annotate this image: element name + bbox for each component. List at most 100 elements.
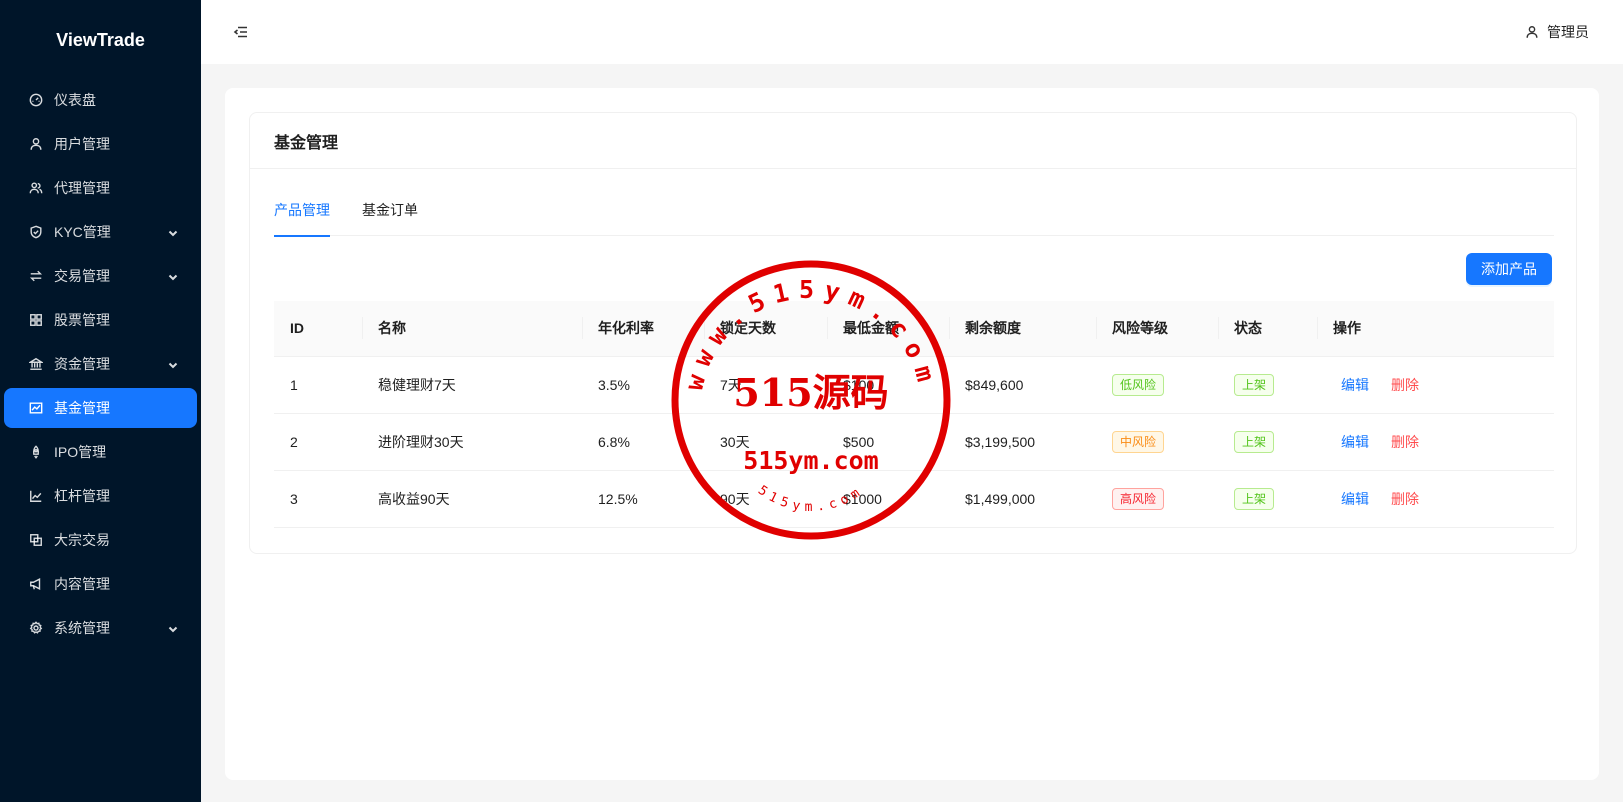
status-tag: 上架 bbox=[1234, 430, 1275, 453]
sidebar-item-stocks[interactable]: 股票管理 bbox=[4, 300, 197, 340]
cell-min: $100 bbox=[827, 356, 949, 414]
sidebar-item-label: 交易管理 bbox=[54, 268, 110, 284]
cell-rate: 3.5% bbox=[582, 356, 704, 414]
sidebar-item-agents[interactable]: 代理管理 bbox=[4, 168, 197, 208]
add-product-button[interactable]: 添加产品 bbox=[1466, 253, 1552, 285]
cell-remaining: $849,600 bbox=[949, 356, 1096, 414]
sidebar-item-label: KYC管理 bbox=[54, 224, 111, 240]
table-row: 3 高收益90天 12.5% 90天 $1000 $1,499,000 高风险 … bbox=[274, 470, 1554, 528]
cell-name: 进阶理财30天 bbox=[362, 413, 582, 471]
sidebar-item-label: 代理管理 bbox=[54, 180, 110, 196]
cell-rate: 12.5% bbox=[582, 470, 704, 528]
cell-days: 7天 bbox=[704, 356, 827, 414]
risk-tag: 低风险 bbox=[1112, 373, 1165, 396]
status-tag: 上架 bbox=[1234, 487, 1275, 510]
brand-logo: ViewTrade bbox=[56, 29, 145, 50]
sidebar-item-label: 用户管理 bbox=[54, 136, 110, 152]
menu-fold-icon[interactable] bbox=[233, 24, 249, 40]
sidebar-item-label: 资金管理 bbox=[54, 356, 110, 372]
chevron-down-icon bbox=[167, 226, 179, 238]
sidebar-item-label: 仪表盘 bbox=[54, 92, 96, 108]
column-header: 最低金额 bbox=[827, 301, 949, 357]
table-row: 2 进阶理财30天 6.8% 30天 $500 $3,199,500 中风险 上… bbox=[274, 413, 1554, 471]
block-icon bbox=[28, 532, 44, 548]
swap-icon bbox=[28, 268, 44, 284]
table-header-row: ID 名称 年化利率 锁定天数 最低金额 剩余额度 风险等级 状态 操作 bbox=[274, 301, 1554, 357]
user-name: 管理员 bbox=[1547, 24, 1589, 40]
fund-icon bbox=[28, 400, 44, 416]
column-header: 风险等级 bbox=[1096, 301, 1218, 357]
risk-tag: 高风险 bbox=[1112, 487, 1165, 510]
status-tag: 上架 bbox=[1234, 373, 1275, 396]
tab-bar: 产品管理 基金订单 bbox=[274, 195, 1554, 237]
cell-id: 2 bbox=[274, 413, 362, 471]
delete-link[interactable]: 删除 bbox=[1391, 434, 1419, 450]
notification-icon bbox=[28, 576, 44, 592]
main-content: 基金管理 产品管理 基金订单 添加产品 ID 名称 年化利率 锁定天数 最低金额… bbox=[225, 88, 1599, 780]
cell-name: 高收益90天 bbox=[362, 470, 582, 528]
sidebar-item-label: 系统管理 bbox=[54, 620, 110, 636]
page-title: 基金管理 bbox=[250, 113, 1576, 169]
dashboard-icon bbox=[28, 92, 44, 108]
sidebar-item-funds-capital[interactable]: 资金管理 bbox=[4, 344, 197, 384]
sidebar-item-dashboard[interactable]: 仪表盘 bbox=[4, 80, 197, 120]
rocket-icon bbox=[28, 444, 44, 460]
column-header: 剩余额度 bbox=[949, 301, 1096, 357]
sidebar-item-label: IPO管理 bbox=[54, 444, 107, 460]
tab-fund-orders[interactable]: 基金订单 bbox=[362, 195, 418, 236]
user-menu[interactable]: 管理员 bbox=[1525, 22, 1589, 42]
cell-days: 30天 bbox=[704, 413, 827, 471]
sidebar: ViewTrade 仪表盘 用户管理 代理管理 KYC管理 交易管理 股票管理 bbox=[0, 0, 201, 802]
tab-products[interactable]: 产品管理 bbox=[274, 195, 330, 237]
sidebar-item-system[interactable]: 系统管理 bbox=[4, 608, 197, 648]
cell-remaining: $1,499,000 bbox=[949, 470, 1096, 528]
column-header: 名称 bbox=[362, 301, 582, 357]
sidebar-item-label: 大宗交易 bbox=[54, 532, 110, 548]
cell-min: $500 bbox=[827, 413, 949, 471]
shield-icon bbox=[28, 224, 44, 240]
cell-rate: 6.8% bbox=[582, 413, 704, 471]
sidebar-item-trading[interactable]: 交易管理 bbox=[4, 256, 197, 296]
cell-name: 稳健理财7天 bbox=[362, 356, 582, 414]
sidebar-item-label: 基金管理 bbox=[54, 400, 110, 416]
sidebar-item-label: 内容管理 bbox=[54, 576, 110, 592]
sidebar-item-leverage[interactable]: 杠杆管理 bbox=[4, 476, 197, 516]
grid-icon bbox=[28, 312, 44, 328]
products-table: ID 名称 年化利率 锁定天数 最低金额 剩余额度 风险等级 状态 操作 1 稳… bbox=[274, 301, 1554, 528]
delete-link[interactable]: 删除 bbox=[1391, 491, 1419, 507]
risk-tag: 中风险 bbox=[1112, 430, 1165, 453]
line-chart-icon bbox=[28, 488, 44, 504]
chevron-down-icon bbox=[167, 270, 179, 282]
sidebar-item-content[interactable]: 内容管理 bbox=[4, 564, 197, 604]
fund-card: 基金管理 产品管理 基金订单 添加产品 ID 名称 年化利率 锁定天数 最低金额… bbox=[249, 112, 1577, 554]
sidebar-menu: 仪表盘 用户管理 代理管理 KYC管理 交易管理 股票管理 资金管理 基金管理 … bbox=[0, 80, 201, 648]
sidebar-item-label: 杠杆管理 bbox=[54, 488, 110, 504]
edit-link[interactable]: 编辑 bbox=[1341, 377, 1369, 393]
top-header: 管理员 bbox=[201, 0, 1623, 64]
cell-min: $1000 bbox=[827, 470, 949, 528]
setting-icon bbox=[28, 620, 44, 636]
chevron-down-icon bbox=[167, 358, 179, 370]
sidebar-item-ipo[interactable]: IPO管理 bbox=[4, 432, 197, 472]
chevron-down-icon bbox=[167, 622, 179, 634]
sidebar-item-block-trade[interactable]: 大宗交易 bbox=[4, 520, 197, 560]
edit-link[interactable]: 编辑 bbox=[1341, 434, 1369, 450]
cell-id: 1 bbox=[274, 356, 362, 414]
sidebar-item-kyc[interactable]: KYC管理 bbox=[4, 212, 197, 252]
user-icon bbox=[28, 136, 44, 152]
cell-days: 90天 bbox=[704, 470, 827, 528]
column-header: 状态 bbox=[1218, 301, 1317, 357]
column-header: ID bbox=[274, 301, 362, 357]
column-header: 操作 bbox=[1317, 301, 1554, 357]
cell-id: 3 bbox=[274, 470, 362, 528]
user-icon bbox=[1526, 26, 1538, 38]
edit-link[interactable]: 编辑 bbox=[1341, 491, 1369, 507]
column-header: 年化利率 bbox=[582, 301, 704, 357]
cell-remaining: $3,199,500 bbox=[949, 413, 1096, 471]
sidebar-item-label: 股票管理 bbox=[54, 312, 110, 328]
column-header: 锁定天数 bbox=[704, 301, 827, 357]
bank-icon bbox=[28, 356, 44, 372]
sidebar-item-fund-management[interactable]: 基金管理 bbox=[4, 388, 197, 428]
sidebar-item-users[interactable]: 用户管理 bbox=[4, 124, 197, 164]
delete-link[interactable]: 删除 bbox=[1391, 377, 1419, 393]
